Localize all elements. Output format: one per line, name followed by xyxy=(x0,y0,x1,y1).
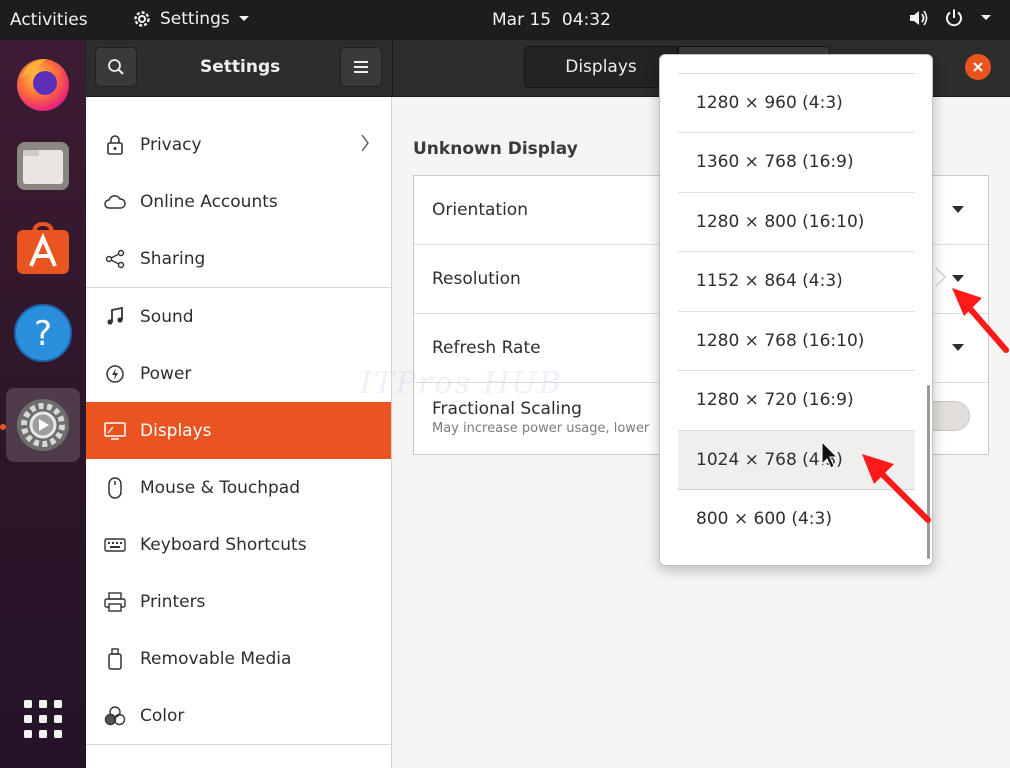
mouse-icon xyxy=(104,476,126,499)
close-icon xyxy=(973,62,983,72)
sidebar-item-label: Sharing xyxy=(140,248,206,269)
dock: ? xyxy=(0,40,86,768)
help-icon: ? xyxy=(14,304,72,362)
settings-sidebar: Privacy Online Accounts Sharing Sound Po… xyxy=(86,97,392,768)
sidebar-item-displays[interactable]: Displays xyxy=(86,402,391,459)
keyboard-icon xyxy=(104,534,126,556)
refresh-rate-label: Refresh Rate xyxy=(432,338,541,358)
header-separator xyxy=(392,40,393,97)
dock-item-show-apps[interactable] xyxy=(6,682,80,756)
primary-menu-button[interactable] xyxy=(340,47,382,87)
sidebar-item-color[interactable]: Color xyxy=(86,687,391,744)
sidebar-item-label: Removable Media xyxy=(140,648,292,669)
resolution-option[interactable]: 800 × 600 (4:3) xyxy=(678,489,915,548)
resolution-option[interactable]: 1280 × 960 (4:3) xyxy=(678,73,915,132)
resolution-option[interactable]: 1152 × 864 (4:3) xyxy=(678,251,915,310)
share-icon xyxy=(104,248,126,270)
resolution-option[interactable]: 1280 × 768 (16:10) xyxy=(678,311,915,370)
firefox-icon xyxy=(17,59,69,111)
clock[interactable]: Mar 15 04:32 xyxy=(492,10,611,30)
printer-icon xyxy=(104,591,126,613)
dock-item-firefox[interactable] xyxy=(6,46,80,120)
sidebar-item-label: Sound xyxy=(140,306,194,327)
software-icon xyxy=(17,221,69,274)
resolution-label: Resolution xyxy=(432,269,521,289)
music-note-icon xyxy=(104,306,126,328)
chevron-down-icon xyxy=(981,15,991,20)
hamburger-menu-icon xyxy=(354,61,368,73)
sidebar-item-online-accounts[interactable]: Online Accounts xyxy=(86,173,391,230)
resolution-option-hovered[interactable]: 1024 × 768 (4:3) xyxy=(678,430,915,489)
resolution-option[interactable]: 1360 × 768 (16:9) xyxy=(678,132,915,191)
sidebar-item-sharing[interactable]: Sharing xyxy=(86,230,391,287)
sidebar-item-label: Displays xyxy=(140,420,212,441)
watermark: ITPros HUB xyxy=(360,366,563,401)
resolution-menu: 1280 × 960 (4:3) 1360 × 768 (16:9) 1280 … xyxy=(659,54,933,566)
sidebar-item-sound[interactable]: Sound xyxy=(86,288,391,345)
running-indicator xyxy=(0,424,6,430)
sidebar-item-label: Keyboard Shortcuts xyxy=(140,534,307,555)
volume-icon xyxy=(910,10,928,26)
dropdown-arrow-icon xyxy=(952,344,964,351)
sidebar-item-privacy[interactable]: Privacy xyxy=(86,116,391,173)
close-button[interactable] xyxy=(965,54,991,80)
fractional-scaling-subtitle: May increase power usage, lower xyxy=(432,421,650,436)
svg-text:?: ? xyxy=(34,314,52,354)
cloud-icon xyxy=(104,191,126,213)
dropdown-arrow-icon xyxy=(952,206,964,213)
sidebar-item-label: Privacy xyxy=(140,134,202,155)
dock-item-settings[interactable] xyxy=(6,388,80,462)
search-button[interactable] xyxy=(95,47,137,87)
lock-icon xyxy=(104,134,126,156)
dropdown-arrow-icon xyxy=(952,275,964,282)
sidebar-item-label: Online Accounts xyxy=(140,191,278,212)
resolution-option[interactable]: 1280 × 800 (16:10) xyxy=(678,192,915,251)
tab-displays[interactable]: Displays xyxy=(524,46,678,88)
chevron-right-icon xyxy=(361,134,369,152)
sidebar-item-printers[interactable]: Printers xyxy=(86,573,391,630)
sidebar-item-removable-media[interactable]: Removable Media xyxy=(86,630,391,687)
app-menu-label: Settings xyxy=(160,9,230,29)
files-icon xyxy=(17,142,69,190)
power-icon xyxy=(946,9,962,27)
power-icon xyxy=(104,363,126,385)
orientation-label: Orientation xyxy=(432,200,528,220)
sidebar-item-label: Color xyxy=(140,705,185,726)
sidebar-item-mouse-touchpad[interactable]: Mouse & Touchpad xyxy=(86,459,391,516)
dock-item-software[interactable] xyxy=(6,212,80,286)
dock-item-files[interactable] xyxy=(6,128,80,202)
app-menu[interactable]: Settings xyxy=(132,9,250,29)
display-name-heading: Unknown Display xyxy=(413,139,578,159)
usb-drive-icon xyxy=(104,647,126,670)
display-icon xyxy=(104,420,126,442)
gear-icon xyxy=(134,11,150,27)
top-bar: Activities Settings Mar 15 04:32 xyxy=(0,0,1010,40)
resolution-option[interactable]: 1280 × 720 (16:9) xyxy=(678,370,915,429)
sidebar-separator xyxy=(86,744,391,745)
window-title: Settings xyxy=(200,57,281,77)
activities-button[interactable]: Activities xyxy=(10,10,88,30)
sidebar-item-power[interactable]: Power xyxy=(86,345,391,402)
popover-scrollbar[interactable] xyxy=(927,385,930,559)
sidebar-item-keyboard-shortcuts[interactable]: Keyboard Shortcuts xyxy=(86,516,391,573)
settings-icon xyxy=(17,399,69,451)
color-icon xyxy=(104,705,126,727)
search-icon xyxy=(108,59,124,75)
chevron-down-icon xyxy=(238,16,249,21)
sidebar-item-label: Mouse & Touchpad xyxy=(140,477,301,498)
dock-item-help[interactable]: ? xyxy=(6,296,80,370)
app-grid-icon xyxy=(24,700,62,738)
sidebar-item-label: Power xyxy=(140,363,192,384)
sidebar-item-label: Printers xyxy=(140,591,206,612)
system-menu[interactable] xyxy=(908,8,992,28)
fractional-scaling-label: Fractional Scaling xyxy=(432,399,582,419)
